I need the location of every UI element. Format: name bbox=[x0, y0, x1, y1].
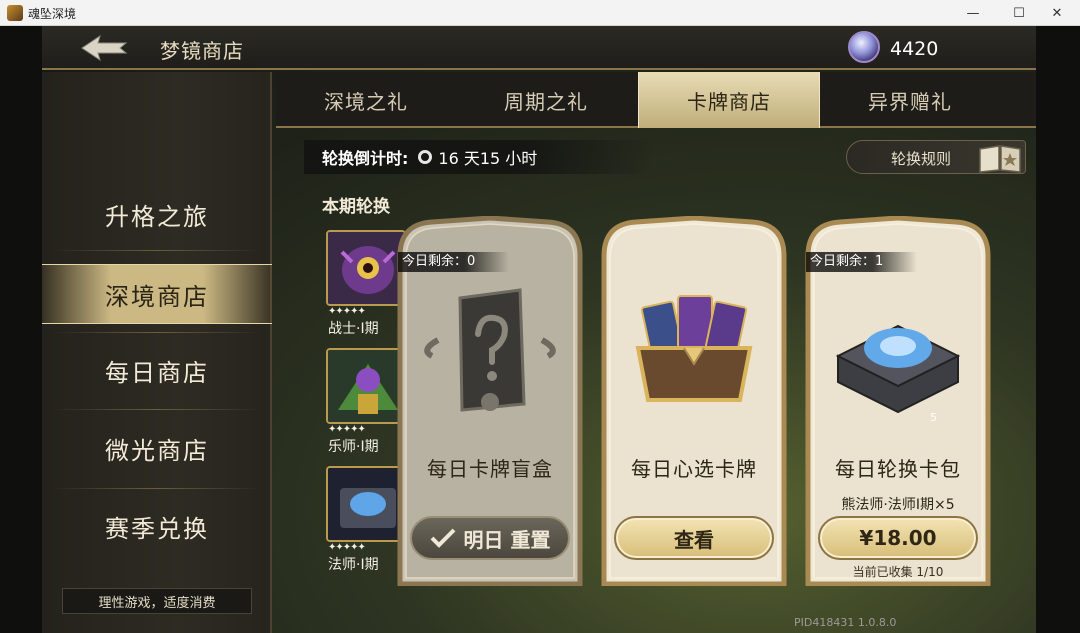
currency-value: 4420 bbox=[890, 38, 939, 60]
daily-remaining: 今日剩余：1 bbox=[806, 252, 918, 272]
divider bbox=[52, 250, 262, 251]
card-pack-tome-icon bbox=[835, 324, 961, 414]
shop-sidebar: 升格之旅 深境商店 每日商店 微光商店 赛季兑换 理性游戏，适度消费 bbox=[42, 72, 272, 633]
sidebar-item-daily-shop[interactable]: 每日商店 bbox=[42, 340, 272, 400]
button-label: 明日 重置 bbox=[463, 527, 551, 552]
tab-otherworld-gift[interactable]: 异界赠礼 bbox=[820, 72, 1000, 128]
shop-card-daily-blind-box: 今日剩余：0 每日卡牌盲盒 明日 重置 bbox=[392, 216, 588, 586]
buy-price-button[interactable]: ¥18.00 bbox=[818, 516, 978, 560]
view-button[interactable]: 查看 bbox=[614, 516, 774, 560]
checkmark-icon bbox=[430, 528, 455, 548]
rarity-stars: ✦✦✦✦✦ bbox=[328, 542, 366, 553]
rotation-rules-button[interactable]: 轮换规则 bbox=[846, 140, 1026, 174]
app-icon bbox=[7, 5, 23, 21]
back-arrow-icon[interactable] bbox=[80, 34, 130, 62]
collection-progress: 当前已收集 1/10 bbox=[852, 565, 944, 579]
close-button[interactable]: ✕ bbox=[1034, 0, 1080, 26]
reset-tomorrow-button: 明日 重置 bbox=[410, 516, 570, 560]
shop-card-daily-pick: 每日心选卡牌 查看 bbox=[596, 216, 792, 586]
sidebar-item-abyss-shop[interactable]: 深境商店 bbox=[42, 264, 272, 324]
minimize-button[interactable]: — bbox=[950, 0, 996, 26]
countdown-label: 轮换倒计时: bbox=[322, 149, 409, 168]
rotation-heading: 本期轮换 bbox=[322, 197, 390, 217]
daily-remaining: 今日剩余：0 bbox=[398, 252, 510, 272]
divider bbox=[52, 409, 262, 410]
divider bbox=[52, 488, 262, 489]
countdown-time: 16 天15 小时 bbox=[438, 149, 538, 168]
page-title: 梦镜商店 bbox=[160, 39, 244, 63]
rotation-countdown: 轮换倒计时: 16 天15 小时 bbox=[304, 140, 654, 174]
window-title: 魂坠深境 bbox=[28, 7, 77, 21]
game-area: 梦镜商店 4420 升格之旅 深境商店 每日商店 微光商店 赛季兑换 理性游戏，… bbox=[0, 26, 1080, 633]
card-chest-icon bbox=[635, 295, 753, 402]
responsible-gaming-notice: 理性游戏，适度消费 bbox=[62, 588, 252, 614]
shop-tabs: 深境之礼 周期之礼 卡牌商店 异界赠礼 bbox=[276, 72, 1036, 128]
left-letterbox bbox=[0, 26, 42, 633]
card-contents: 熊法师·法师I期×5 bbox=[841, 497, 955, 513]
crystal-currency-icon bbox=[848, 31, 880, 63]
rarity-stars: ✦✦✦✦✦ bbox=[328, 424, 366, 435]
rules-button-label: 轮换规则 bbox=[891, 150, 952, 168]
tab-periodic-gift[interactable]: 周期之礼 bbox=[456, 72, 636, 128]
divider bbox=[52, 332, 262, 333]
clock-icon bbox=[418, 150, 433, 164]
book-icon bbox=[979, 145, 1021, 173]
sidebar-item-glimmer-shop[interactable]: 微光商店 bbox=[42, 418, 272, 478]
card-title: 每日轮换卡包 bbox=[835, 457, 961, 481]
card-title: 每日心选卡牌 bbox=[631, 457, 757, 481]
rotation-item-name: 战士·I期 bbox=[328, 321, 379, 337]
shop-card-daily-rotation-pack: 今日剩余：1 5 每日轮换卡包 熊法师·法师I期×5 ¥18.00 当前已收集 … bbox=[800, 216, 996, 586]
rotation-item-name: 乐师·I期 bbox=[328, 439, 379, 455]
sidebar-item-ascension-journey[interactable]: 升格之旅 bbox=[42, 184, 272, 244]
rarity-stars: ✦✦✦✦✦ bbox=[328, 306, 366, 317]
tab-abyss-gift[interactable]: 深境之礼 bbox=[276, 72, 456, 128]
tab-card-shop[interactable]: 卡牌商店 bbox=[638, 72, 820, 128]
top-bar: 梦镜商店 4420 bbox=[42, 26, 1036, 70]
card-title: 每日卡牌盲盒 bbox=[427, 457, 553, 481]
sidebar-item-season-exchange[interactable]: 赛季兑换 bbox=[42, 496, 272, 556]
right-letterbox bbox=[1036, 26, 1080, 633]
build-info: PID418431 1.0.8.0 bbox=[794, 616, 897, 629]
pack-quantity: 5 bbox=[930, 411, 937, 424]
mystery-card-icon bbox=[424, 288, 556, 412]
rotation-item-name: 法师·I期 bbox=[328, 557, 379, 573]
window-titlebar: 魂坠深境 — ☐ ✕ bbox=[0, 0, 1080, 26]
